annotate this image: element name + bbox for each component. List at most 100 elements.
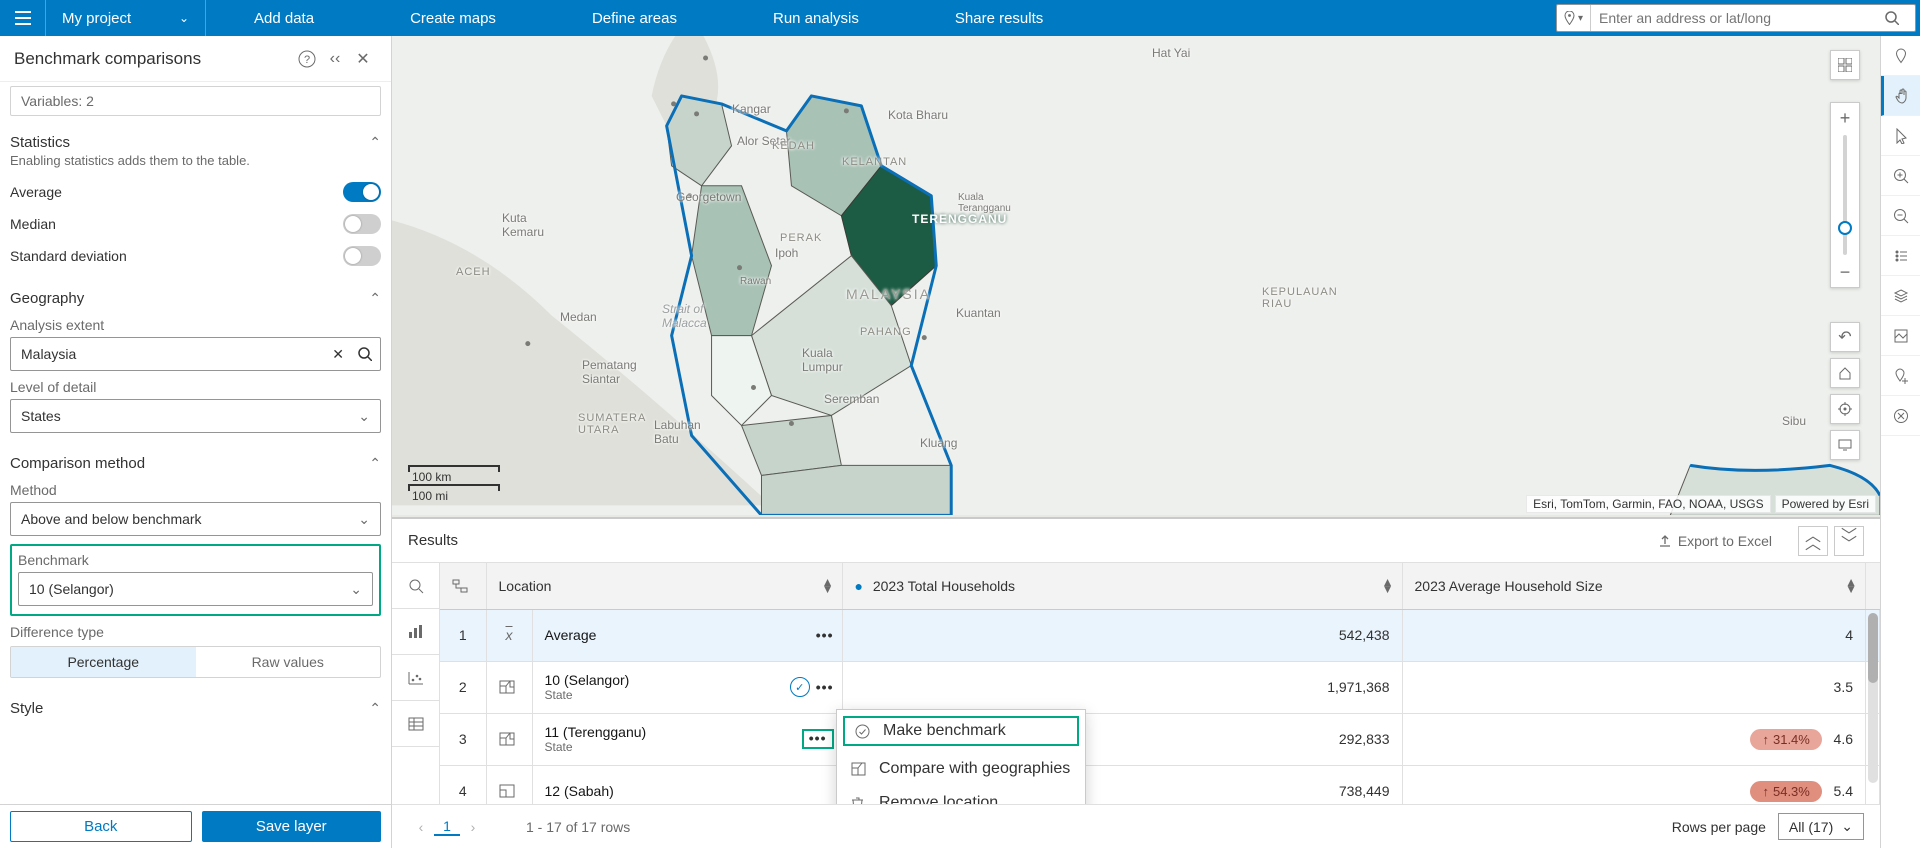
monitor-icon	[1838, 439, 1852, 451]
pin-icon	[1894, 48, 1908, 64]
sort-icon[interactable]: ▲▼	[1382, 579, 1394, 593]
table-row-average[interactable]: 1 x Average ••• 542,438 4	[440, 609, 1880, 661]
menu-button[interactable]	[0, 0, 46, 36]
col-header-total-households[interactable]: ● 2023 Total Households ▲▼	[842, 563, 1402, 609]
tool-layers[interactable]	[1881, 276, 1920, 316]
search-icon[interactable]	[358, 347, 372, 361]
rows-per-page-select[interactable]: All (17) ⌄	[1778, 813, 1864, 840]
left-panel: Benchmark comparisons ? ‹‹ ✕ Variables: …	[0, 36, 392, 848]
bar-chart-icon	[408, 625, 424, 639]
section-style[interactable]: Style ⌃	[10, 692, 381, 719]
svg-text:?: ?	[304, 54, 310, 66]
tool-zoom-out[interactable]	[1881, 196, 1920, 236]
difference-type-toggle: Percentage Raw values	[10, 646, 381, 678]
bar-chart-tool[interactable]	[392, 609, 439, 655]
zoom-out-button[interactable]: −	[1831, 257, 1859, 287]
analysis-extent-select[interactable]: Malaysia ✕	[10, 337, 381, 371]
collapse-up-button[interactable]: ︿︿	[1798, 526, 1828, 556]
monitor-button[interactable]	[1830, 430, 1860, 460]
benchmark-indicator-icon[interactable]: ✓	[790, 677, 810, 697]
method-select[interactable]: Above and below benchmark ⌄	[10, 502, 381, 536]
section-comparison[interactable]: Comparison method ⌃	[10, 447, 381, 474]
prev-page-button[interactable]: ‹	[408, 814, 434, 840]
toggle-stddev[interactable]	[343, 246, 381, 266]
help-button[interactable]: ?	[293, 45, 321, 73]
expand-down-button[interactable]: ﹀﹀	[1834, 526, 1864, 556]
cursor-icon	[1895, 128, 1907, 144]
tool-pin[interactable]	[1881, 36, 1920, 76]
variables-summary[interactable]: Variables: 2	[10, 86, 381, 116]
export-button[interactable]: Export to Excel	[1658, 533, 1772, 549]
search-icon[interactable]	[1885, 11, 1915, 25]
save-layer-button[interactable]: Save layer	[202, 811, 382, 842]
ctx-make-benchmark[interactable]: Make benchmark	[841, 714, 1081, 748]
results-title: Results	[408, 532, 1658, 549]
scatter-tool[interactable]	[392, 655, 439, 701]
tool-cursor[interactable]	[1881, 116, 1920, 156]
chevron-double-left-icon: ‹‹	[330, 50, 341, 68]
tool-clear[interactable]	[1881, 396, 1920, 436]
region-icon	[499, 784, 515, 798]
ctx-remove[interactable]: Remove location	[837, 786, 1085, 804]
row-actions-button[interactable]: •••	[816, 679, 834, 695]
next-page-button[interactable]: ›	[460, 814, 486, 840]
table-row[interactable]: 3 11 (Terengganu) State ••• 292,833 ↑ 31…	[440, 713, 1880, 765]
page-number[interactable]: 1	[434, 818, 460, 836]
address-search[interactable]: ▾	[1556, 4, 1916, 32]
sort-icon[interactable]: ▲▼	[822, 579, 834, 593]
benchmark-select[interactable]: 10 (Selangor) ⌄	[18, 572, 373, 606]
clear-icon[interactable]: ✕	[332, 346, 344, 363]
locate-button[interactable]	[1830, 394, 1860, 424]
compare-icon	[851, 762, 869, 776]
tool-legend[interactable]	[1881, 236, 1920, 276]
nav-define-areas[interactable]: Define areas	[544, 0, 725, 36]
nav-run-analysis[interactable]: Run analysis	[725, 0, 907, 36]
col-header-hierarchy[interactable]	[440, 563, 486, 609]
nav-create-maps[interactable]: Create maps	[362, 0, 544, 36]
search-input[interactable]	[1591, 10, 1885, 26]
sort-icon[interactable]: ▲▼	[1845, 579, 1857, 593]
zoom-slider[interactable]	[1843, 135, 1847, 255]
zoom-control: + −	[1830, 102, 1860, 288]
table-row[interactable]: 2 10 (Selangor) State ✓ •••	[440, 661, 1880, 713]
change-badge: ↑ 54.3%	[1750, 781, 1821, 802]
nav-add-data[interactable]: Add data	[206, 0, 362, 36]
close-button[interactable]: ✕	[349, 45, 377, 73]
ctx-compare[interactable]: Compare with geographies	[837, 752, 1085, 786]
magnify-tool[interactable]	[392, 563, 439, 609]
back-button[interactable]: Back	[10, 811, 192, 842]
map-label: Kuantan	[956, 306, 1001, 320]
col-header-location[interactable]: Location ▲▼	[486, 563, 842, 609]
level-select[interactable]: States ⌄	[10, 399, 381, 433]
tool-basemap[interactable]	[1881, 316, 1920, 356]
col-header-avg-hh-size[interactable]: 2023 Average Household Size ▲▼	[1402, 563, 1866, 609]
section-statistics[interactable]: Statistics ⌃	[10, 126, 381, 153]
table-tool[interactable]	[392, 701, 439, 747]
diff-percentage[interactable]: Percentage	[11, 647, 196, 677]
table-scrollbar[interactable]	[1868, 613, 1878, 783]
collapse-button[interactable]: ‹‹	[321, 45, 349, 73]
undo-button[interactable]: ↶	[1830, 322, 1860, 352]
grid-button[interactable]	[1830, 50, 1860, 80]
row-actions-button[interactable]: •••	[816, 627, 834, 643]
table-row[interactable]: 4 12 (Sabah) 738,449 ↑ 54.3% 5.4	[440, 765, 1880, 804]
row-actions-button[interactable]: •••	[802, 729, 834, 749]
tool-pin-add[interactable]	[1881, 356, 1920, 396]
map-label: Kangar	[732, 102, 771, 116]
project-dropdown[interactable]: My project ⌄	[46, 0, 206, 36]
zoom-in-button[interactable]: +	[1831, 103, 1859, 133]
chevron-down-icon: ⌄	[358, 511, 370, 528]
toggle-average[interactable]	[343, 182, 381, 202]
tool-zoom-in[interactable]	[1881, 156, 1920, 196]
home-button[interactable]	[1830, 358, 1860, 388]
tool-pan[interactable]	[1881, 76, 1920, 116]
nav-share-results[interactable]: Share results	[907, 0, 1091, 36]
region-icon	[499, 680, 515, 694]
section-geography[interactable]: Geography ⌃	[10, 282, 381, 309]
map[interactable]: Hat Yai Kangar Alor Setar Kota Bharu Geo…	[392, 36, 1880, 518]
panel-header: Benchmark comparisons ? ‹‹ ✕	[0, 36, 391, 82]
toggle-median[interactable]	[343, 214, 381, 234]
pin-dropdown[interactable]: ▾	[1557, 5, 1591, 31]
diff-raw[interactable]: Raw values	[196, 647, 381, 677]
difference-label: Difference type	[10, 624, 381, 640]
